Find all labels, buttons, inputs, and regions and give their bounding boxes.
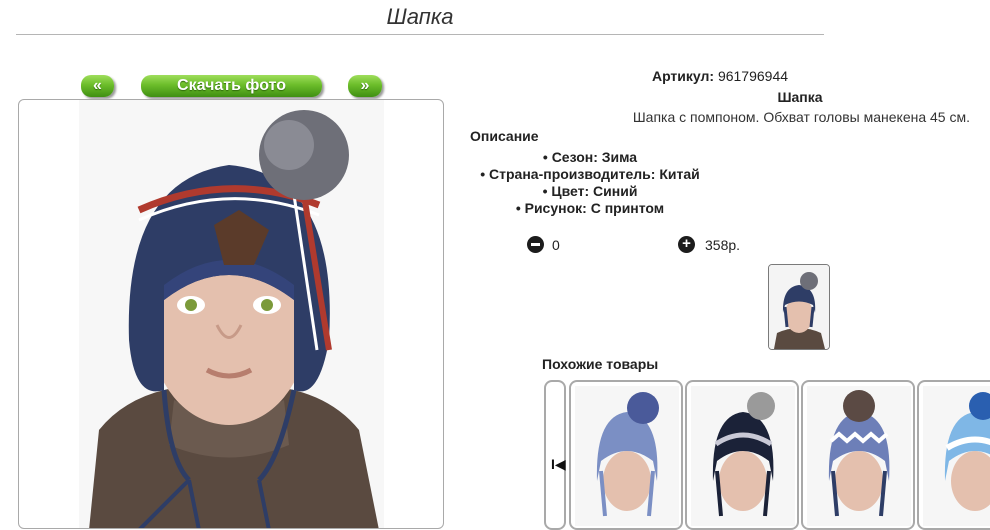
similar-product-card[interactable] bbox=[569, 380, 683, 530]
carousel-prev-button[interactable]: I◀ bbox=[544, 380, 566, 530]
product-short-description: Шапка с помпоном. Обхват головы манекена… bbox=[632, 109, 970, 125]
description-heading: Описание bbox=[470, 128, 539, 144]
thumbnail-image bbox=[769, 265, 829, 349]
property-item: Рисунок: С принтом bbox=[470, 200, 710, 217]
article-line: Артикул: 961796944 bbox=[470, 68, 970, 84]
page-title: Шапка bbox=[16, 2, 824, 35]
price-value: 358р. bbox=[705, 237, 741, 253]
similar-product-card[interactable] bbox=[685, 380, 799, 530]
carousel-prev-icon: I◀ bbox=[551, 456, 566, 472]
minus-circle-icon[interactable] bbox=[527, 236, 544, 253]
similar-products-heading: Похожие товары bbox=[542, 356, 659, 372]
similar-product-image bbox=[923, 386, 990, 526]
plus-circle-icon[interactable]: + bbox=[678, 236, 695, 253]
article-label: Артикул: bbox=[651, 68, 715, 84]
property-item: Сезон: Зима bbox=[470, 149, 710, 166]
article-value: 961796944 bbox=[717, 68, 789, 84]
quantity-value: 0 bbox=[552, 237, 560, 253]
property-item: Цвет: Синий bbox=[470, 183, 710, 200]
download-photo-button[interactable]: Скачать фото bbox=[141, 75, 322, 97]
product-name: Шапка bbox=[777, 89, 823, 105]
similar-product-card[interactable] bbox=[917, 380, 990, 530]
similar-product-image bbox=[691, 386, 795, 526]
next-photo-button[interactable]: » bbox=[348, 75, 382, 97]
similar-product-image bbox=[575, 386, 679, 526]
product-photo-image bbox=[79, 100, 384, 528]
property-item: Страна-производитель: Китай bbox=[470, 166, 710, 183]
main-product-photo[interactable] bbox=[18, 99, 444, 529]
similar-product-card[interactable] bbox=[801, 380, 915, 530]
similar-product-image bbox=[807, 386, 911, 526]
properties-list: Сезон: Зима Страна-производитель: Китай … bbox=[470, 149, 710, 217]
prev-photo-button[interactable]: « bbox=[81, 75, 114, 97]
photo-thumbnail[interactable] bbox=[768, 264, 830, 350]
